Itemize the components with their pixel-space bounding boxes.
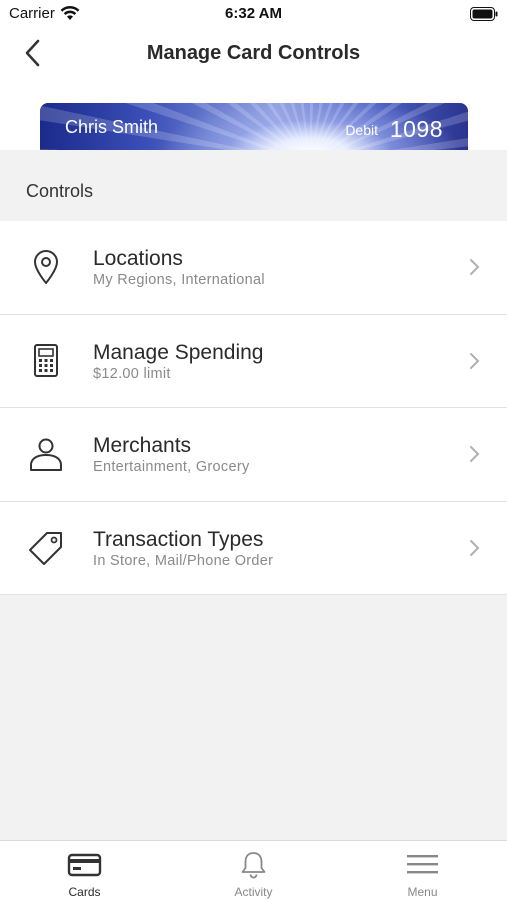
status-bar: Carrier 6:32 AM	[0, 0, 507, 28]
chevron-right-icon	[470, 446, 480, 462]
chevron-right-icon	[470, 352, 480, 369]
card-holder-name: Chris Smith	[65, 117, 159, 137]
chevron-right-icon	[470, 539, 480, 556]
section-title: Controls	[26, 181, 94, 201]
card-type: Debit	[345, 122, 378, 138]
tab-label: Menu	[407, 885, 438, 899]
tab-label: Activity	[234, 885, 273, 899]
control-subtitle: $12.00 limit	[93, 365, 171, 382]
tab-cards[interactable]: Cards	[0, 841, 169, 900]
navigation-bar: Manage Card Controls	[0, 28, 507, 80]
credit-card-icon	[67, 853, 102, 877]
debit-card[interactable]: Chris Smith Debit 1098	[40, 103, 468, 150]
status-time: 6:32 AM	[225, 5, 282, 22]
tab-bar: Cards Activity Menu	[0, 840, 507, 900]
control-title: Locations	[93, 247, 183, 270]
battery-icon	[470, 7, 498, 21]
card-last-digits: 1098	[389, 116, 443, 142]
page-title: Manage Card Controls	[146, 42, 361, 64]
control-item-merchants[interactable]: Merchants Entertainment, Grocery	[0, 408, 507, 502]
control-item-transaction-types[interactable]: Transaction Types In Store, Mail/Phone O…	[0, 501, 507, 595]
chevron-right-icon	[470, 259, 480, 275]
tag-icon	[29, 531, 62, 565]
control-subtitle: My Regions, International	[93, 272, 265, 288]
card-preview-area: Chris Smith Debit 1098	[0, 80, 507, 150]
controls-section-header: Controls	[0, 150, 507, 221]
menu-icon	[407, 855, 438, 874]
control-title: Manage Spending	[93, 340, 264, 364]
control-title: Transaction Types	[93, 527, 264, 551]
control-item-manage-spending[interactable]: Manage Spending $12.00 limit	[0, 314, 507, 408]
person-icon	[30, 438, 62, 471]
tab-menu[interactable]: Menu	[338, 841, 507, 900]
control-subtitle: In Store, Mail/Phone Order	[93, 552, 274, 569]
control-title: Merchants	[93, 434, 192, 457]
controls-list: Locations My Regions, International Mana…	[0, 221, 507, 595]
bell-icon	[241, 852, 266, 879]
tab-activity[interactable]: Activity	[169, 841, 338, 900]
control-subtitle: Entertainment, Grocery	[93, 459, 250, 475]
location-pin-icon	[34, 250, 58, 284]
tab-label: Cards	[68, 885, 101, 899]
calculator-icon	[34, 343, 58, 377]
control-item-locations[interactable]: Locations My Regions, International	[0, 221, 507, 315]
